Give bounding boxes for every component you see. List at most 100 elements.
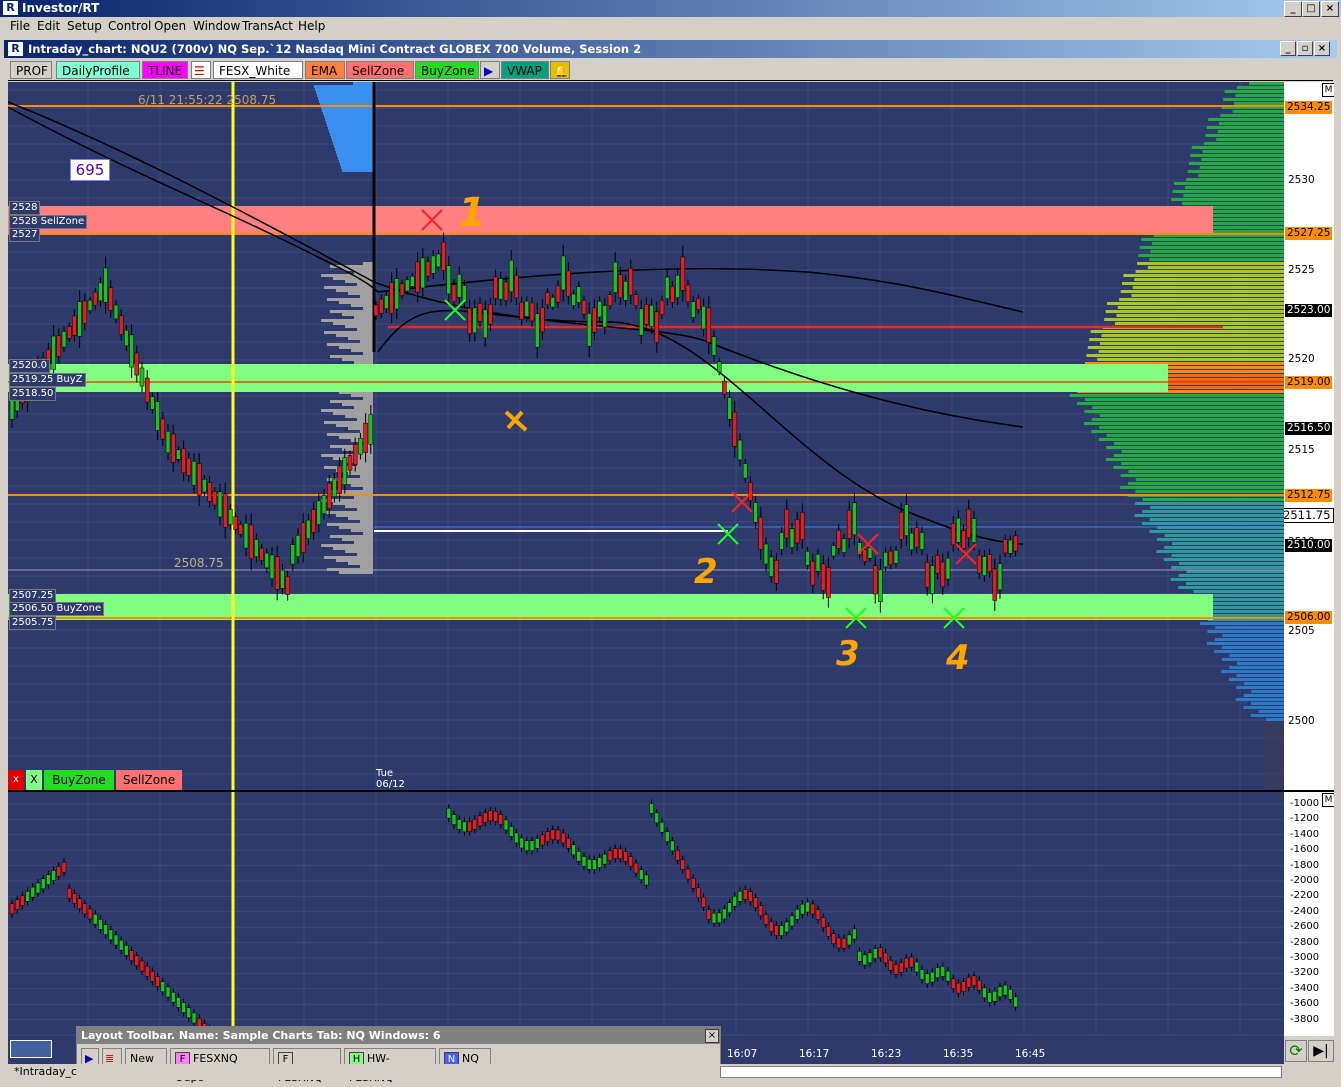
- menu-transact[interactable]: TransAct: [242, 19, 293, 33]
- candle-body: [909, 532, 914, 551]
- candle-body: [191, 1012, 197, 1024]
- candle-body: [113, 304, 119, 320]
- candle-body: [586, 859, 592, 870]
- lower-tick: -1400: [1290, 828, 1320, 840]
- toolbar-buyzone-button[interactable]: BuyZone: [415, 61, 479, 79]
- volume-profile-bar: [1229, 654, 1284, 657]
- child-minimize-button[interactable]: _: [1280, 41, 1296, 56]
- candle-body: [846, 510, 852, 539]
- legend-x-red[interactable]: x: [8, 770, 24, 790]
- candle-body: [134, 955, 140, 967]
- candle-body: [602, 305, 608, 328]
- volume-profile-bar: [1258, 710, 1284, 713]
- price-box-2516-50: 2516.50: [1285, 422, 1333, 435]
- toolbar-sellzone-button[interactable]: SellZone: [346, 61, 414, 79]
- session-profile-bar: [348, 292, 373, 295]
- menu-setup[interactable]: Setup: [67, 19, 102, 33]
- price-chart[interactable]: 6/11 21:55:22 2508.75 695 2508.75 Tue 06…: [8, 82, 1284, 790]
- lower-tick: -1000: [1290, 798, 1320, 809]
- candle-body: [893, 964, 899, 975]
- volume-profile-bar: [1077, 402, 1284, 405]
- legend-buyzone[interactable]: BuyZone: [44, 770, 114, 790]
- menu-open[interactable]: Open: [154, 19, 186, 33]
- volume-profile-bar: [1234, 102, 1284, 105]
- price-scale[interactable]: M 2530 2525 2520 2515 2510 2505 2500 253…: [1284, 82, 1334, 790]
- volume-profile-bar: [1117, 306, 1284, 309]
- session-profile-bar: [363, 352, 373, 355]
- candle-body: [779, 532, 784, 550]
- candle-body: [670, 286, 675, 303]
- layout-toolbar-close-button[interactable]: ×: [705, 1029, 719, 1043]
- toolbar-ema-button[interactable]: EMA: [305, 61, 345, 79]
- session-profile-bar: [348, 562, 373, 565]
- candle-body: [904, 957, 909, 969]
- menu-control[interactable]: Control: [108, 19, 151, 33]
- volume-profile-bar: [1178, 586, 1284, 589]
- session-profile-bar: [324, 331, 373, 334]
- candle-body: [576, 286, 582, 303]
- volume-profile-bar: [1137, 262, 1284, 265]
- candle-body: [378, 298, 384, 314]
- menu-help[interactable]: Help: [298, 19, 325, 33]
- candle-body: [701, 896, 706, 908]
- candle-body: [118, 939, 124, 951]
- toolbar-dailyprofile-button[interactable]: DailyProfile: [56, 61, 140, 79]
- scroll-thumb[interactable]: [10, 1040, 52, 1058]
- toolbar-stack-icon[interactable]: ☰: [191, 61, 211, 79]
- menu-file[interactable]: File: [10, 19, 30, 33]
- toolbar-vwap-button[interactable]: VWAP: [501, 61, 549, 79]
- session-profile-bar: [363, 487, 373, 490]
- layout-toolbar-title: Layout Toolbar. Name: Sample Charts Tab:…: [77, 1027, 720, 1044]
- candle-body: [633, 294, 639, 306]
- candle-body: [789, 915, 795, 927]
- session-profile-bar: [342, 403, 373, 406]
- scroll-end-icon[interactable]: ▶|: [1308, 1040, 1334, 1062]
- time-label-1617: 16:17: [799, 1048, 830, 1060]
- menu-window[interactable]: Window: [193, 19, 240, 33]
- lower-indicator-panel[interactable]: [8, 792, 1284, 1036]
- volume-profile-bar: [1200, 622, 1284, 625]
- candle-body: [592, 307, 597, 333]
- candle-body: [789, 528, 795, 548]
- toolbar-alert-bell-icon[interactable]: 🔔: [550, 61, 570, 79]
- refresh-icon[interactable]: ⟳: [1285, 1040, 1307, 1062]
- child-restore-button[interactable]: ▫: [1297, 41, 1313, 56]
- volume-profile-bar: [1174, 182, 1284, 185]
- menu-edit[interactable]: Edit: [37, 19, 60, 33]
- candle-body: [477, 815, 483, 827]
- lower-scale-m-button[interactable]: M: [1322, 793, 1334, 807]
- toolbar-play-icon[interactable]: ▶: [480, 61, 500, 79]
- status-scroll-track[interactable]: [720, 1066, 1282, 1078]
- close-button[interactable]: ×: [1321, 1, 1339, 17]
- candle-body: [560, 832, 566, 844]
- volume-profile-bar: [1235, 94, 1284, 97]
- price-scale-m-button[interactable]: M: [1322, 83, 1334, 97]
- candle-body: [987, 554, 992, 572]
- volume-profile-bar: [1236, 686, 1284, 689]
- toolbar-tline-button[interactable]: TLINE: [142, 61, 188, 79]
- volume-profile-bar: [1243, 706, 1284, 709]
- candle-body: [872, 565, 878, 595]
- candle-body: [160, 418, 166, 440]
- candle-body: [420, 257, 426, 289]
- legend-x-green[interactable]: X: [26, 770, 42, 790]
- session-profile-bar: [334, 145, 373, 148]
- candle-body: [170, 433, 176, 463]
- minimize-button[interactable]: _: [1284, 1, 1302, 17]
- candle-body: [326, 483, 332, 510]
- candle-body: [878, 947, 883, 959]
- lower-scale[interactable]: M -1000 -1200 -1400 -1600 -1800 -2000 -2200 -24…: [1284, 792, 1334, 1036]
- volume-profile-bar: [1224, 90, 1284, 93]
- volume-profile-bar: [1243, 694, 1284, 697]
- legend-sellzone[interactable]: SellZone: [116, 770, 182, 790]
- volume-profile-bar: [1120, 486, 1284, 489]
- candle-body: [774, 560, 779, 584]
- candle-body: [196, 463, 202, 496]
- toolbar-fesx-white-button[interactable]: FESX_White: [213, 61, 303, 79]
- maximize-button[interactable]: □: [1302, 1, 1320, 17]
- session-profile-bar: [360, 340, 373, 343]
- toolbar-prof-button[interactable]: PROF: [10, 61, 52, 79]
- candle-body: [155, 401, 160, 431]
- child-close-button[interactable]: ×: [1314, 41, 1330, 56]
- candle-body: [462, 821, 467, 833]
